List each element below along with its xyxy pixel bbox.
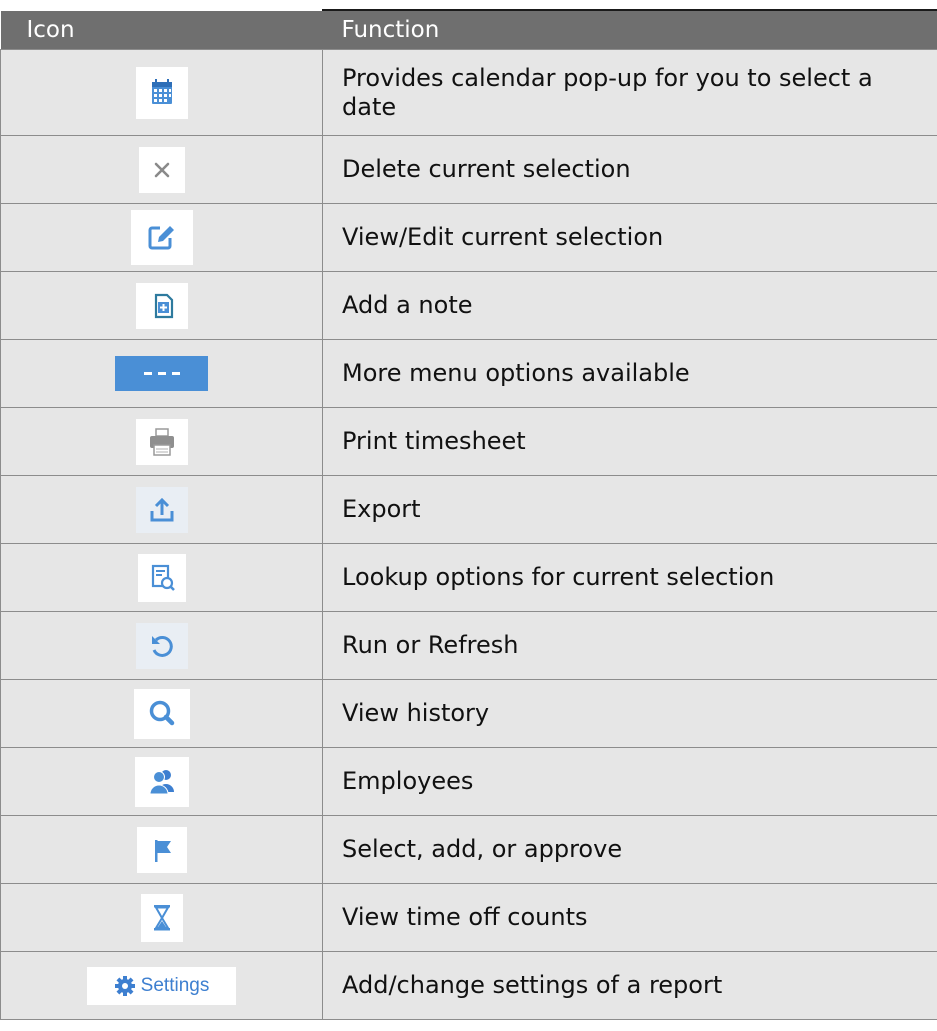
- icon-cell: [0, 203, 323, 272]
- lookup-icon: [137, 553, 186, 602]
- refresh-icon: [135, 622, 188, 669]
- table-row: Provides calendar pop-up for you to sele…: [0, 49, 937, 136]
- table-row: Settings Add/change settings of a report: [0, 951, 937, 1020]
- function-cell: View history: [322, 679, 937, 748]
- icon-cell: [0, 339, 323, 408]
- icon-cell: [0, 611, 323, 680]
- function-cell: Add a note: [322, 271, 937, 340]
- icon-cell: [0, 543, 323, 612]
- function-cell: Lookup options for current selection: [322, 543, 937, 612]
- table-row: Add a note: [0, 271, 937, 340]
- function-cell: Export: [322, 475, 937, 544]
- table-row: View history: [0, 679, 937, 748]
- icon-cell: [0, 49, 323, 136]
- column-header-function: Function: [322, 11, 937, 50]
- more-options-icon: [115, 356, 208, 391]
- table-header-row: Icon Function: [0, 11, 937, 50]
- calendar-icon: [135, 66, 188, 119]
- function-cell: View time off counts: [322, 883, 937, 952]
- function-cell: View/Edit current selection: [322, 203, 937, 272]
- icon-cell: [0, 679, 323, 748]
- table-row: View/Edit current selection: [0, 203, 937, 272]
- add-note-icon: [135, 282, 188, 329]
- search-icon: [133, 688, 190, 739]
- table-row: View time off counts: [0, 883, 937, 952]
- table-row: Employees: [0, 747, 937, 816]
- function-cell: More menu options available: [322, 339, 937, 408]
- settings-label: Settings: [140, 974, 210, 996]
- hourglass-icon: [140, 893, 183, 942]
- icon-cell: [0, 407, 323, 476]
- icon-cell: Settings: [0, 951, 323, 1020]
- table-row: Delete current selection: [0, 135, 937, 204]
- icon-cell: [0, 883, 323, 952]
- icon-cell: [0, 271, 323, 340]
- table-row: Export: [0, 475, 937, 544]
- flag-icon: [136, 826, 187, 873]
- edit-icon: [130, 210, 193, 265]
- table-row: Select, add, or approve: [0, 815, 937, 884]
- function-cell: Add/change settings of a report: [322, 951, 937, 1020]
- gear-icon: [114, 975, 135, 996]
- table-row: Print timesheet: [0, 407, 937, 476]
- function-cell: Provides calendar pop-up for you to sele…: [322, 49, 937, 136]
- function-cell: Employees: [322, 747, 937, 816]
- export-icon: [135, 486, 188, 533]
- icon-legend-table: Icon Function Provides calendar pop-up f…: [0, 11, 937, 1020]
- icon-cell: [0, 747, 323, 816]
- function-cell: Delete current selection: [322, 135, 937, 204]
- print-icon: [135, 418, 188, 465]
- close-icon: [138, 146, 185, 193]
- table-row: Lookup options for current selection: [0, 543, 937, 612]
- employees-icon: [134, 756, 189, 807]
- icon-cell: [0, 475, 323, 544]
- table-row: More menu options available: [0, 339, 937, 408]
- column-header-icon: Icon: [0, 11, 323, 50]
- function-cell: Run or Refresh: [322, 611, 937, 680]
- settings-button-icon: Settings: [87, 966, 236, 1005]
- function-cell: Select, add, or approve: [322, 815, 937, 884]
- icon-cell: [0, 815, 323, 884]
- function-cell: Print timesheet: [322, 407, 937, 476]
- table-row: Run or Refresh: [0, 611, 937, 680]
- icon-cell: [0, 135, 323, 204]
